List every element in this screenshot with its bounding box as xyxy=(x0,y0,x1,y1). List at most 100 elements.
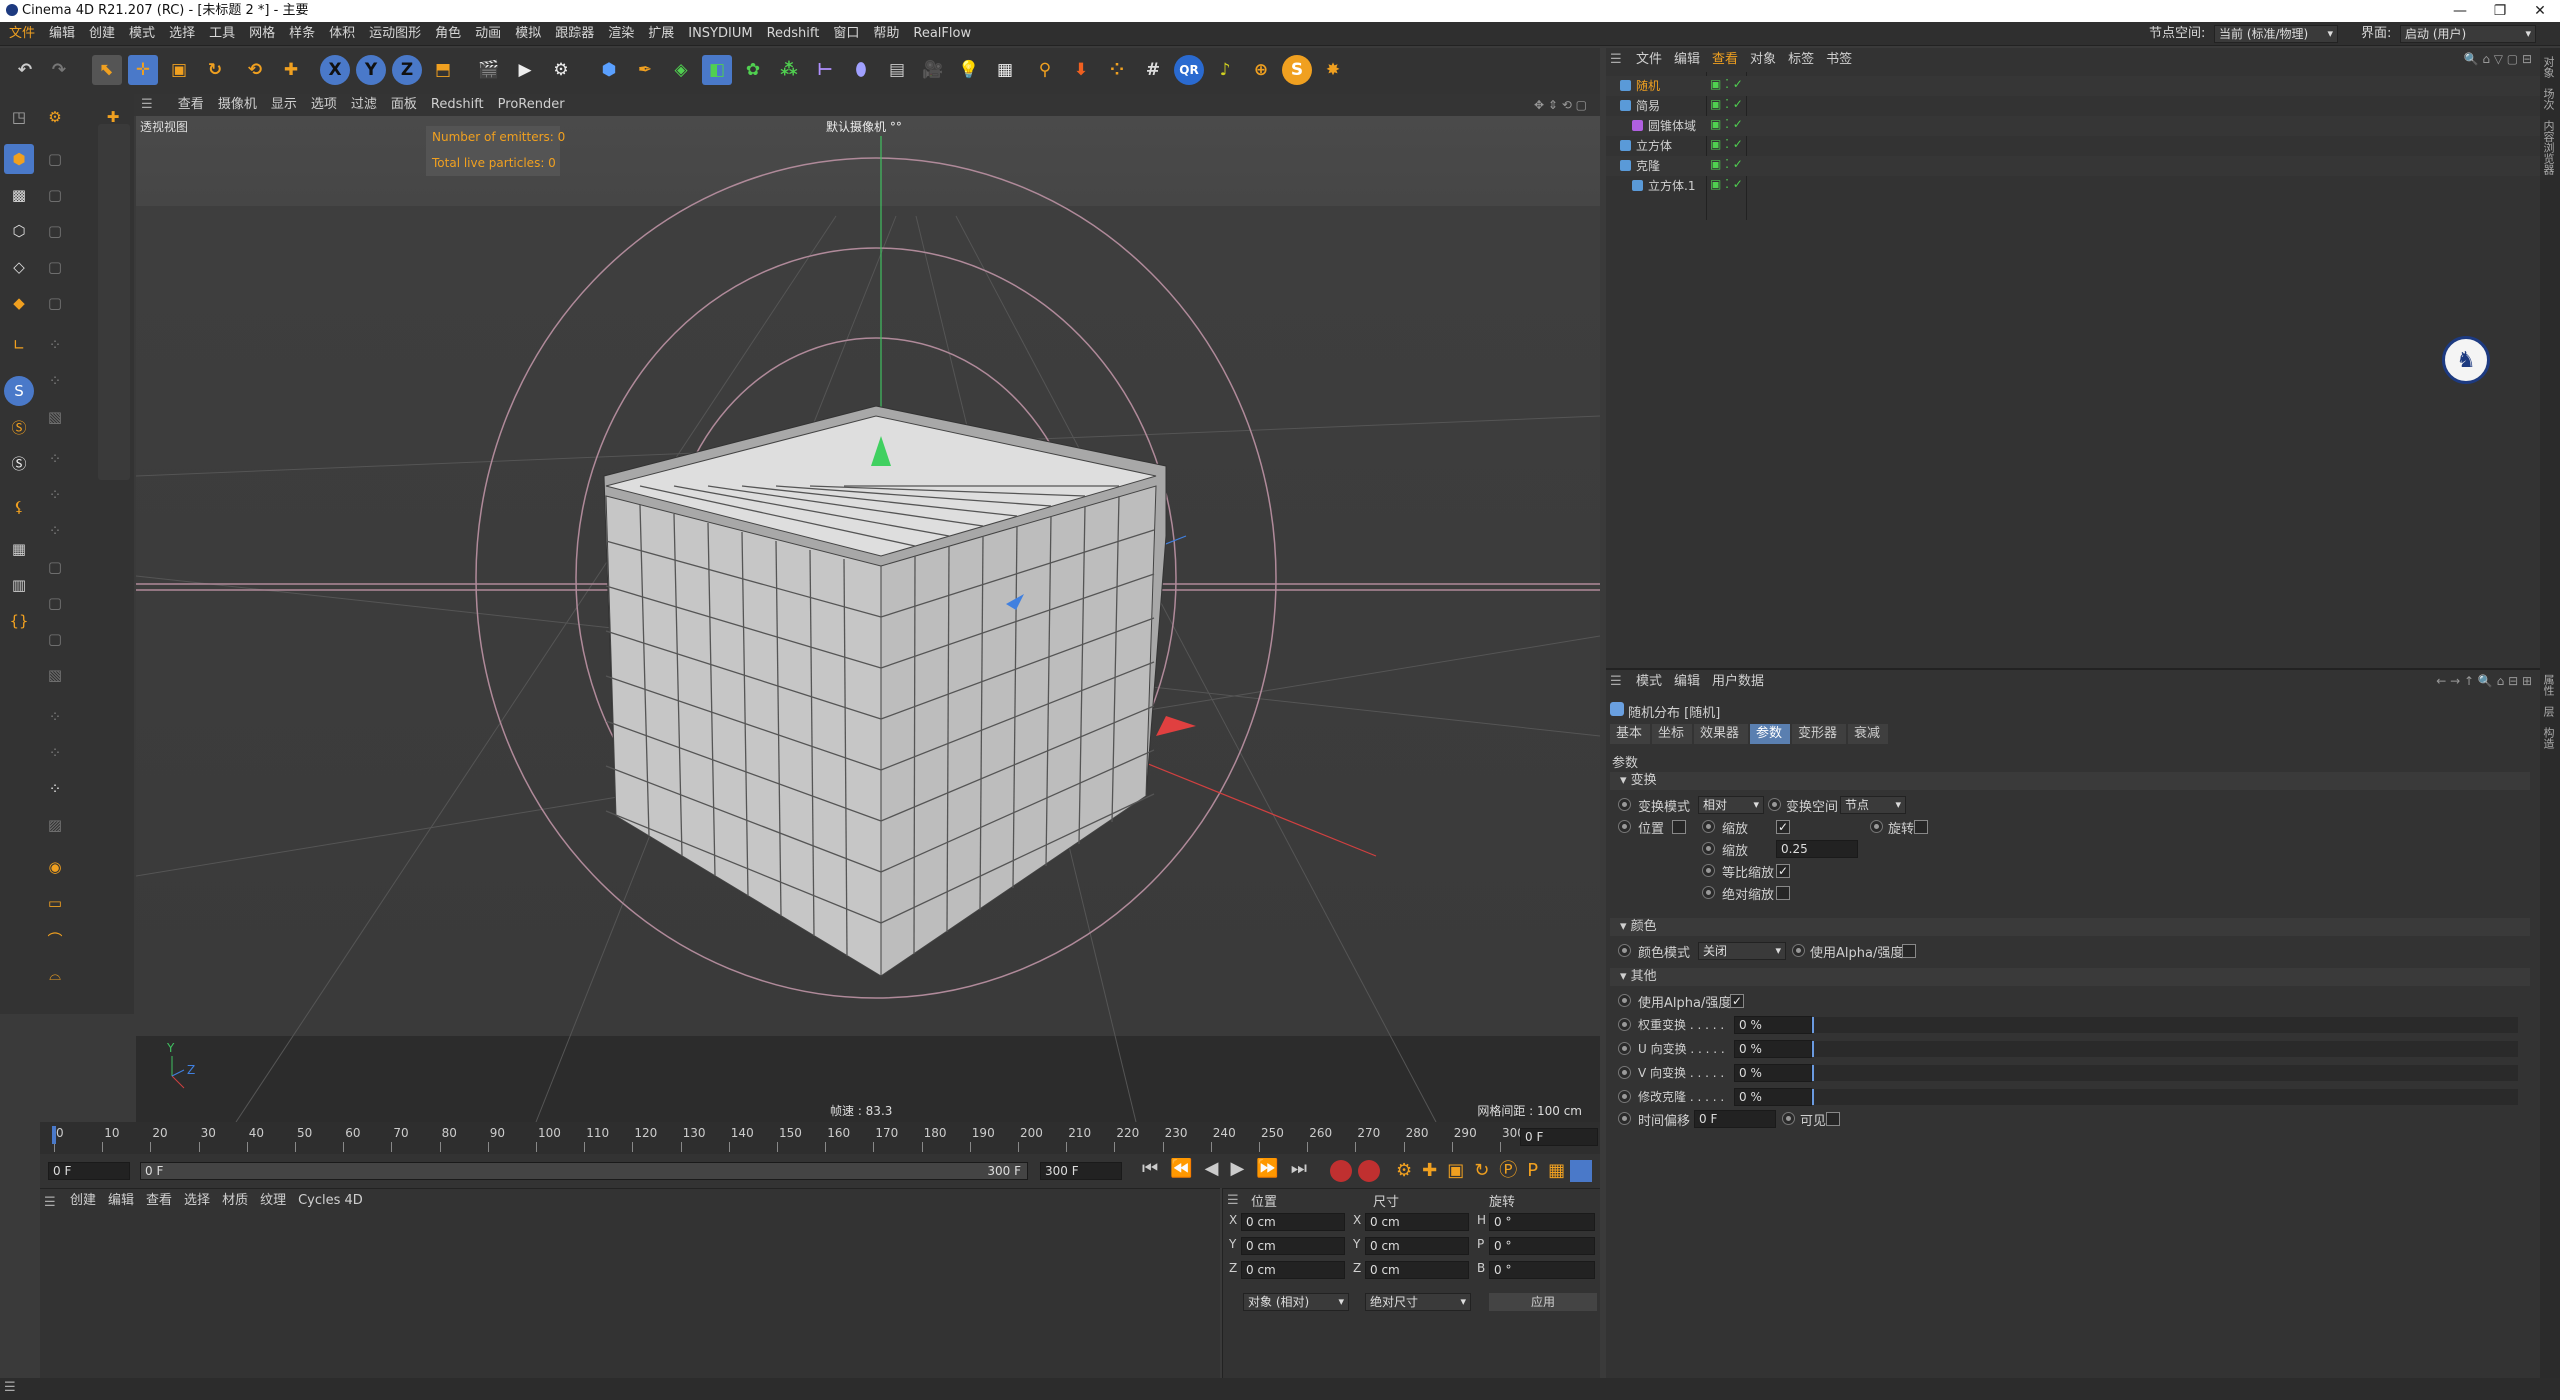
menu-item[interactable]: 跟踪器 xyxy=(548,22,601,46)
attribute-tab[interactable]: 变形器 xyxy=(1792,724,1846,744)
redshift-icon[interactable]: ♪ xyxy=(1210,55,1240,85)
object-name[interactable]: 随机 xyxy=(1636,77,1660,94)
undo-icon[interactable]: ↶ xyxy=(10,55,40,85)
visibility-checkmarks[interactable]: ▣ ⁚ ✓ xyxy=(1710,117,1743,131)
position-field[interactable]: 0 cm xyxy=(1241,1213,1345,1231)
position-field[interactable]: 0 cm xyxy=(1241,1261,1345,1279)
rotation-checkbox[interactable] xyxy=(1914,820,1928,834)
scale-value-field[interactable]: 0.25 xyxy=(1776,840,1858,858)
s-tool-2-icon[interactable]: Ⓢ xyxy=(4,412,34,442)
tool-palette-scroll[interactable] xyxy=(98,124,130,480)
color-use-alpha-checkbox[interactable] xyxy=(1902,944,1916,958)
playhead[interactable] xyxy=(52,1126,56,1144)
menu-item[interactable]: Redshift xyxy=(760,22,827,46)
menu-item[interactable]: 帮助 xyxy=(866,22,906,46)
start-frame-field[interactable]: 0 F xyxy=(48,1162,130,1180)
visibility-checkmarks[interactable]: ▣ ⁚ ✓ xyxy=(1710,177,1743,191)
playback-controls[interactable]: ⏮⏪◀▶⏩⏭ xyxy=(1142,1158,1319,1179)
rotation-field[interactable]: 0 ° xyxy=(1489,1261,1595,1279)
menu-item[interactable]: 动画 xyxy=(468,22,508,46)
magnet-icon[interactable]: ⚸ xyxy=(4,492,34,522)
model-mode-icon[interactable]: ⬢ xyxy=(4,144,34,174)
other-row-field[interactable]: 0 % xyxy=(1734,1016,1812,1034)
points-mode-icon[interactable]: ⬡ xyxy=(4,216,34,246)
size-field[interactable]: 0 cm xyxy=(1365,1261,1469,1279)
viewport-menu-item[interactable]: 查看 xyxy=(171,94,211,116)
locked-workplane-icon[interactable]: ▥ xyxy=(4,570,34,600)
side-tab-label[interactable]: 属性 xyxy=(2542,674,2555,696)
other-use-alpha-checkbox[interactable]: ✓ xyxy=(1730,994,1744,1008)
menu-item[interactable]: 工具 xyxy=(202,22,242,46)
render-view-icon[interactable]: ▶ xyxy=(510,55,540,85)
axis-mode-icon[interactable]: ∟ xyxy=(4,330,34,360)
object-menu-item[interactable]: 查看 xyxy=(1706,50,1744,70)
objects-hamburger-icon[interactable]: ☰ xyxy=(1610,52,1622,67)
object-menu-item[interactable]: 文件 xyxy=(1630,50,1668,70)
status-hamburger-icon[interactable]: ☰ xyxy=(4,1380,16,1395)
attribute-tab[interactable]: 效果器 xyxy=(1694,724,1748,744)
pen-icon[interactable]: ✒ xyxy=(630,55,660,85)
rotate-icon[interactable]: ↻ xyxy=(200,55,230,85)
coord-size-select[interactable]: 绝对尺寸 xyxy=(1365,1293,1471,1311)
s-plugin-icon[interactable]: S xyxy=(1282,55,1312,85)
scale-icon[interactable]: ▣ xyxy=(164,55,194,85)
record-icon[interactable] xyxy=(1330,1160,1352,1182)
tool-col2-2-icon[interactable]: ▢ xyxy=(40,180,70,210)
attribute-tab[interactable]: 基本 xyxy=(1610,724,1650,744)
menu-item[interactable]: INSYDIUM xyxy=(681,22,759,46)
object-menu-item[interactable]: 编辑 xyxy=(1668,50,1706,70)
material-menu-item[interactable]: 纹理 xyxy=(254,1191,292,1211)
auto-key-icon[interactable] xyxy=(1358,1160,1380,1182)
material-menu-item[interactable]: 编辑 xyxy=(102,1191,140,1211)
attribute-tab[interactable]: 参数 xyxy=(1750,724,1790,744)
scale-checkbox[interactable]: ✓ xyxy=(1776,820,1790,834)
tool-col2-9-icon[interactable]: ⁘ xyxy=(40,444,70,474)
object-row[interactable]: 克隆 ▣ ⁚ ✓ xyxy=(1606,156,2540,176)
viewport-nav-icons[interactable]: ✥ ⇕ ⟲ ▢ xyxy=(1527,94,1594,116)
other-row-slider[interactable] xyxy=(1812,1065,2518,1081)
viewport-menu-item[interactable]: 面板 xyxy=(384,94,424,116)
deformer-icon[interactable]: ⬮ xyxy=(846,55,876,85)
menu-item[interactable]: 创建 xyxy=(82,22,122,46)
x-axis-icon[interactable]: X xyxy=(320,55,350,85)
snap-icon[interactable]: S xyxy=(4,376,34,406)
tool-col2-12-icon[interactable]: ▢ xyxy=(40,552,70,582)
other-row-field[interactable]: 0 % xyxy=(1734,1040,1812,1058)
minimize-button[interactable]: — xyxy=(2440,0,2480,22)
symmetry-icon[interactable]: ⊢ xyxy=(810,55,840,85)
color-mode-select[interactable]: 关闭 xyxy=(1698,942,1786,960)
object-menu-item[interactable]: 对象 xyxy=(1744,50,1782,70)
qr-icon[interactable]: QR xyxy=(1174,55,1204,85)
tool-col2-4-icon[interactable]: ▢ xyxy=(40,252,70,282)
live-select-icon[interactable]: ⬉ xyxy=(92,55,122,85)
tool-col2-18-icon[interactable]: ⁘ xyxy=(40,774,70,804)
object-name[interactable]: 简易 xyxy=(1636,97,1660,114)
tool-col2-6-icon[interactable]: ⁘ xyxy=(40,330,70,360)
grid-icon[interactable]: # xyxy=(1138,55,1168,85)
material-menu-item[interactable]: 材质 xyxy=(216,1191,254,1211)
menu-item[interactable]: 角色 xyxy=(428,22,468,46)
color-section-header[interactable]: ▾ 颜色 xyxy=(1610,918,2530,936)
tool-col2-10-icon[interactable]: ⁘ xyxy=(40,480,70,510)
menu-item[interactable]: 模拟 xyxy=(508,22,548,46)
object-manager-tools-icons[interactable]: 🔍 ⌂ ▽ ▢ ⊟ xyxy=(2464,52,2532,66)
other-row-field[interactable]: 0 % xyxy=(1734,1088,1812,1106)
uniform-scale-checkbox[interactable]: ✓ xyxy=(1776,864,1790,878)
coord-mode-select[interactable]: 对象 (相对) xyxy=(1243,1293,1349,1311)
menu-item[interactable]: 文件 xyxy=(2,22,42,46)
side-tab-label[interactable]: 对象 xyxy=(2542,56,2555,78)
attribute-menu-item[interactable]: 编辑 xyxy=(1668,672,1706,692)
object-name[interactable]: 圆锥体域 xyxy=(1648,117,1696,134)
timeline-window-icon[interactable] xyxy=(1570,1160,1592,1182)
object-name[interactable]: 立方体 xyxy=(1636,137,1672,154)
size-field[interactable]: 0 cm xyxy=(1365,1237,1469,1255)
viewport-menu-item[interactable]: 过滤 xyxy=(344,94,384,116)
subdivision-icon[interactable]: ◈ xyxy=(666,55,696,85)
z-axis-icon[interactable]: Z xyxy=(392,55,422,85)
viewport-menu-item[interactable]: ProRender xyxy=(491,94,572,116)
world-axis-icon[interactable]: ✚ xyxy=(276,55,306,85)
tool-col2-16-icon[interactable]: ⁘ xyxy=(40,702,70,732)
workplane-icon[interactable]: ▦ xyxy=(4,534,34,564)
poly-select-icon[interactable]: ⌓ xyxy=(40,960,70,990)
close-button[interactable]: ✕ xyxy=(2520,0,2560,22)
